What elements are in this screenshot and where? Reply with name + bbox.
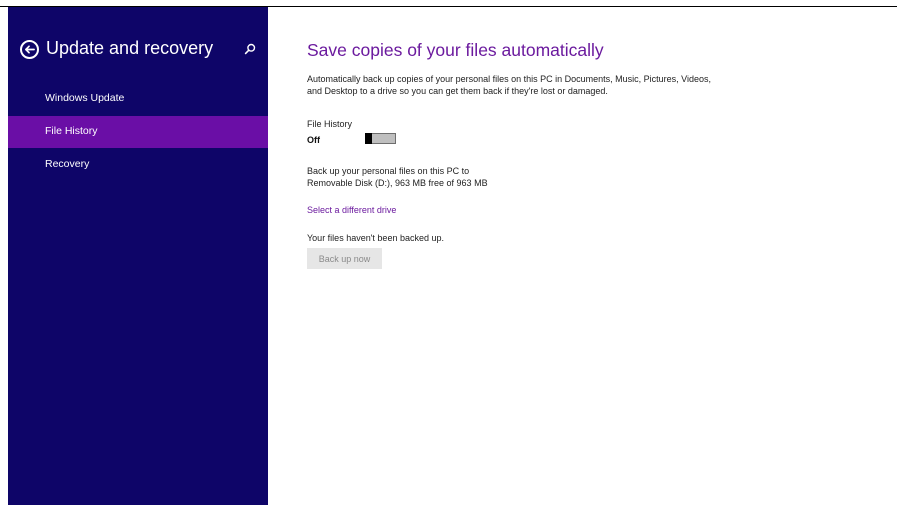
sidebar-header: Update and recovery: [8, 7, 268, 87]
sidebar-item-label: Windows Update: [45, 92, 125, 104]
sidebar-item-windows-update[interactable]: Windows Update: [8, 83, 268, 115]
back-up-now-button[interactable]: Back up now: [307, 248, 382, 269]
page-description: Automatically back up copies of your per…: [307, 74, 712, 96]
backup-status-text: Your files haven't been backed up.: [307, 233, 444, 243]
toggle-state-label: Off: [307, 135, 320, 145]
sidebar: Update and recovery Windows Update File …: [8, 7, 268, 505]
file-history-toggle[interactable]: [365, 133, 396, 144]
main-content: Save copies of your files automatically …: [268, 7, 897, 505]
file-history-label: File History: [307, 119, 353, 129]
sidebar-item-label: File History: [45, 125, 98, 137]
search-button[interactable]: [243, 42, 257, 56]
backup-drive-line2: Removable Disk (D:), 963 MB free of 963 …: [307, 178, 488, 188]
sidebar-item-file-history[interactable]: File History: [8, 116, 268, 148]
backup-drive-line1: Back up your personal files on this PC t…: [307, 166, 470, 176]
toggle-knob: [365, 133, 372, 144]
sidebar-item-label: Recovery: [45, 158, 90, 170]
search-icon: [244, 43, 256, 55]
back-button[interactable]: [20, 40, 39, 59]
back-arrow-icon: [25, 45, 35, 54]
page-title: Save copies of your files automatically: [307, 40, 604, 60]
select-different-drive-link[interactable]: Select a different drive: [307, 205, 396, 215]
sidebar-item-recovery[interactable]: Recovery: [8, 149, 268, 181]
sidebar-title: Update and recovery: [46, 38, 214, 58]
backup-drive-info: Back up your personal files on this PC t…: [307, 165, 488, 189]
